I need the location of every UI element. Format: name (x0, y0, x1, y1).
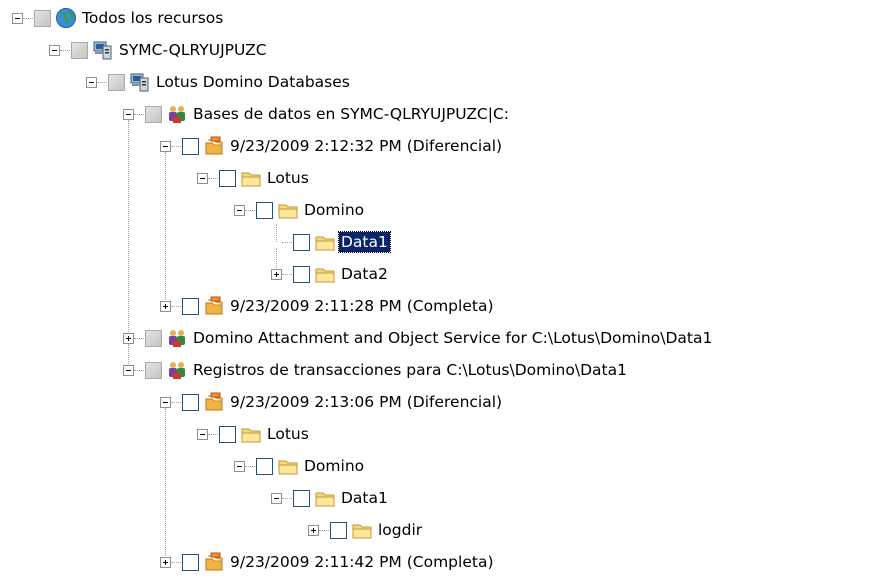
node-label[interactable]: Bases de datos en SYMC-QLRYUJPUZC|C: (191, 104, 511, 124)
node-label[interactable]: logdir (376, 520, 424, 540)
node-label[interactable]: Data2 (339, 264, 390, 284)
resource-tree: Todos los recursos SYMC-QLRYUJPUZC Lotus D… (0, 0, 869, 579)
folder-icon (314, 263, 336, 285)
tree-node[interactable]: 9/23/2009 2:13:06 PM (Diferencial) (0, 388, 869, 420)
node-label[interactable]: Lotus (265, 424, 311, 444)
globe-icon (55, 7, 77, 29)
backup-set-icon (203, 295, 225, 317)
node-label[interactable]: Domino Attachment and Object Service for… (191, 328, 714, 348)
server-icon (92, 39, 114, 61)
expand-button[interactable] (271, 269, 282, 280)
node-label[interactable]: 9/23/2009 2:13:06 PM (Diferencial) (228, 392, 504, 412)
tree-node[interactable]: Domino (0, 196, 869, 228)
people-icon (166, 327, 188, 349)
tree-node[interactable]: Data1 (0, 484, 869, 516)
tree-node[interactable]: 9/23/2009 2:11:28 PM (Completa) (0, 292, 869, 324)
collapse-button[interactable] (123, 109, 134, 120)
node-checkbox[interactable] (71, 42, 88, 59)
tree-node[interactable]: 9/23/2009 2:11:42 PM (Completa) (0, 548, 869, 580)
node-label[interactable]: Domino (302, 200, 366, 220)
tree-node[interactable]: Data2 (0, 260, 869, 292)
node-checkbox[interactable] (256, 202, 273, 219)
collapse-button[interactable] (12, 13, 23, 24)
folder-icon (240, 167, 262, 189)
tree-node[interactable]: Lotus Domino Databases (0, 68, 869, 100)
collapse-button[interactable] (123, 365, 134, 376)
expand-button[interactable] (308, 525, 319, 536)
expand-button[interactable] (160, 557, 171, 568)
tree-node[interactable]: logdir (0, 516, 869, 548)
expand-button[interactable] (123, 333, 134, 344)
node-label[interactable]: SYMC-QLRYUJPUZC (117, 40, 269, 60)
node-label[interactable]: Data1 (339, 488, 390, 508)
tree-node[interactable]: Lotus (0, 164, 869, 196)
node-label[interactable]: Lotus Domino Databases (154, 72, 352, 92)
node-checkbox[interactable] (182, 298, 199, 315)
node-label[interactable]: 9/23/2009 2:11:28 PM (Completa) (228, 296, 496, 316)
tree-node[interactable]: Data1 (0, 228, 869, 260)
backup-set-icon (203, 391, 225, 413)
collapse-button[interactable] (271, 493, 282, 504)
collapse-button[interactable] (86, 77, 97, 88)
folder-icon (351, 519, 373, 541)
node-label[interactable]: 9/23/2009 2:11:42 PM (Completa) (228, 552, 496, 572)
node-checkbox[interactable] (330, 522, 347, 539)
node-checkbox[interactable] (219, 170, 236, 187)
tree-node[interactable]: SYMC-QLRYUJPUZC (0, 36, 869, 68)
folder-icon (314, 487, 336, 509)
node-label[interactable]: Domino (302, 456, 366, 476)
backup-set-icon (203, 551, 225, 573)
node-checkbox[interactable] (182, 554, 199, 571)
tree-node[interactable]: Domino (0, 452, 869, 484)
tree-node[interactable]: Todos los recursos (0, 4, 869, 36)
node-checkbox[interactable] (293, 490, 310, 507)
node-checkbox[interactable] (145, 330, 162, 347)
collapse-button[interactable] (160, 141, 171, 152)
node-checkbox[interactable] (293, 234, 310, 251)
backup-set-icon (203, 135, 225, 157)
node-checkbox[interactable] (145, 362, 162, 379)
collapse-button[interactable] (49, 45, 60, 56)
collapse-button[interactable] (234, 461, 245, 472)
people-icon (166, 359, 188, 381)
node-label[interactable]: Todos los recursos (80, 8, 225, 28)
node-label[interactable]: Registros de transacciones para C:\Lotus… (191, 360, 629, 380)
node-checkbox[interactable] (182, 138, 199, 155)
folder-icon (314, 231, 336, 253)
collapse-button[interactable] (234, 205, 245, 216)
node-label[interactable]: Data1 (338, 231, 391, 253)
node-checkbox[interactable] (34, 10, 51, 27)
collapse-button[interactable] (197, 429, 208, 440)
collapse-button[interactable] (160, 397, 171, 408)
people-icon (166, 103, 188, 125)
tree-node[interactable]: Registros de transacciones para C:\Lotus… (0, 356, 869, 388)
node-label[interactable]: 9/23/2009 2:12:32 PM (Diferencial) (228, 136, 504, 156)
node-checkbox[interactable] (182, 394, 199, 411)
node-checkbox[interactable] (256, 458, 273, 475)
tree-node[interactable]: Domino Attachment and Object Service for… (0, 324, 869, 356)
node-label[interactable]: Lotus (265, 168, 311, 188)
tree-node[interactable]: Bases de datos en SYMC-QLRYUJPUZC|C: (0, 100, 869, 132)
node-checkbox[interactable] (145, 106, 162, 123)
collapse-button[interactable] (197, 173, 208, 184)
expand-button[interactable] (160, 301, 171, 312)
node-checkbox[interactable] (219, 426, 236, 443)
folder-icon (240, 423, 262, 445)
folder-icon (277, 455, 299, 477)
folder-icon (277, 199, 299, 221)
node-checkbox[interactable] (108, 74, 125, 91)
tree-node[interactable]: 9/23/2009 2:12:32 PM (Diferencial) (0, 132, 869, 164)
node-checkbox[interactable] (293, 266, 310, 283)
server-icon (129, 71, 151, 93)
tree-node[interactable]: Lotus (0, 420, 869, 452)
